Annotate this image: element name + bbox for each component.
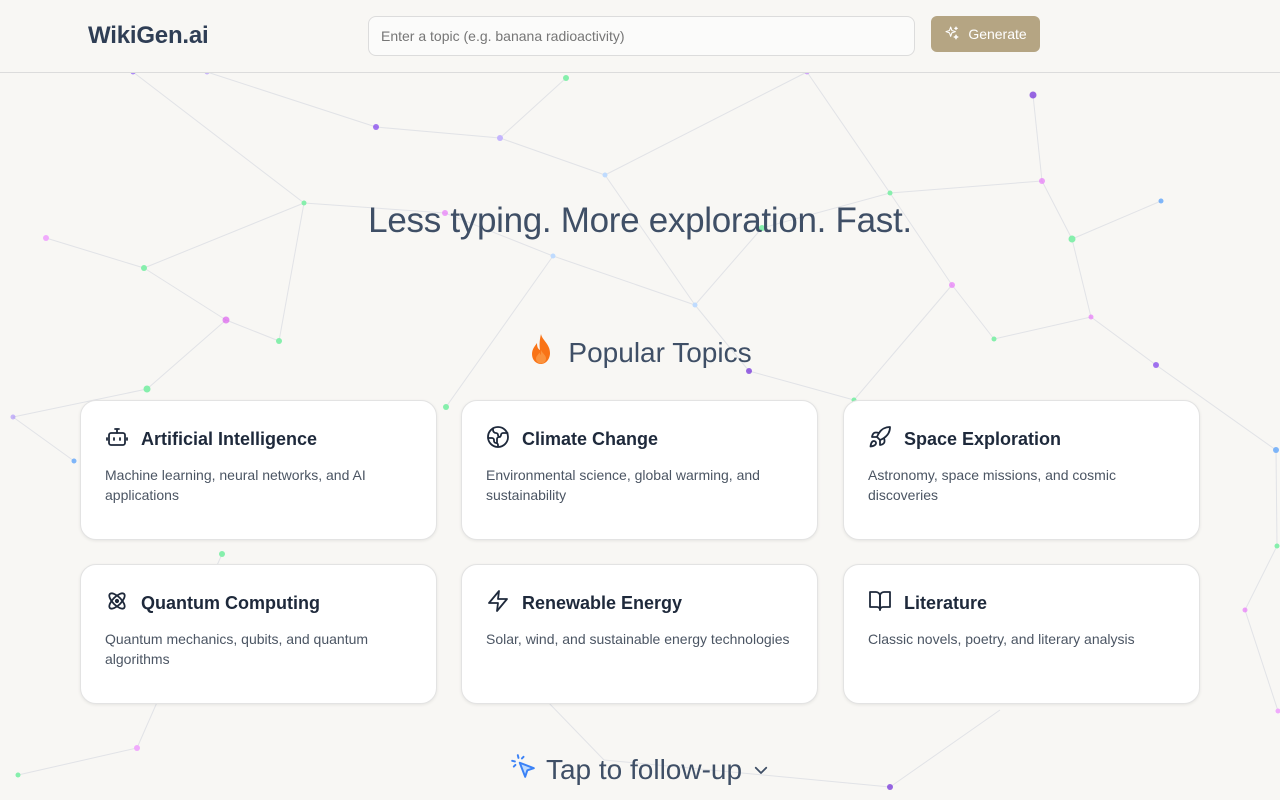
topic-card-title: Climate Change bbox=[522, 428, 659, 449]
globe-icon bbox=[486, 425, 510, 454]
main-content: Less typing. More exploration. Fast. Pop… bbox=[0, 73, 1280, 800]
book-icon bbox=[868, 589, 892, 618]
topic-card-renewable-energy[interactable]: Renewable Energy Solar, wind, and sustai… bbox=[461, 564, 818, 704]
topic-card-artificial-intelligence[interactable]: Artificial Intelligence Machine learning… bbox=[80, 400, 437, 540]
topic-card-space-exploration[interactable]: Space Exploration Astronomy, space missi… bbox=[843, 400, 1200, 540]
topic-card-title: Quantum Computing bbox=[141, 592, 320, 613]
popular-topics-title: Popular Topics bbox=[568, 336, 752, 368]
topic-card-description: Astronomy, space missions, and cosmic di… bbox=[868, 467, 1116, 503]
topic-card-climate-change[interactable]: Climate Change Environmental science, gl… bbox=[461, 400, 818, 540]
sparkles-icon bbox=[944, 25, 960, 44]
lightning-icon bbox=[486, 589, 510, 618]
atom-icon bbox=[105, 589, 129, 618]
hero-tagline: Less typing. More exploration. Fast. bbox=[368, 201, 912, 240]
topic-card-title: Literature bbox=[904, 592, 988, 613]
topic-search-input[interactable] bbox=[368, 16, 915, 56]
top-bar: WikiGen.ai Generate bbox=[0, 0, 1280, 73]
robot-icon bbox=[105, 425, 129, 454]
cursor-click-icon bbox=[510, 753, 536, 786]
topic-card-description: Machine learning, neural networks, and A… bbox=[105, 467, 366, 503]
topic-card-title: Artificial Intelligence bbox=[141, 428, 318, 449]
topic-card-description: Environmental science, global warming, a… bbox=[486, 467, 760, 503]
topic-card-description: Quantum mechanics, qubits, and quantum a… bbox=[105, 631, 369, 667]
chevron-down-icon bbox=[752, 754, 770, 786]
fire-icon bbox=[528, 333, 554, 372]
topic-card-literature[interactable]: Literature Classic novels, poetry, and l… bbox=[843, 564, 1200, 704]
topic-card-description: Solar, wind, and sustainable energy tech… bbox=[486, 631, 790, 647]
topic-card-description: Classic novels, poetry, and literary ana… bbox=[868, 631, 1135, 647]
logo[interactable]: WikiGen.ai bbox=[88, 22, 209, 50]
generate-button[interactable]: Generate bbox=[931, 16, 1040, 52]
generate-label: Generate bbox=[968, 26, 1027, 42]
topic-card-title: Space Exploration bbox=[904, 428, 1062, 449]
rocket-icon bbox=[868, 425, 892, 454]
topic-card-quantum-computing[interactable]: Quantum Computing Quantum mechanics, qub… bbox=[80, 564, 437, 704]
topic-card-title: Renewable Energy bbox=[522, 592, 683, 613]
popular-topics-heading: Popular Topics bbox=[0, 333, 1280, 372]
follow-up-label: Tap to follow-up bbox=[545, 753, 743, 785]
follow-up-prompt[interactable]: Tap to follow-up bbox=[0, 753, 1280, 786]
